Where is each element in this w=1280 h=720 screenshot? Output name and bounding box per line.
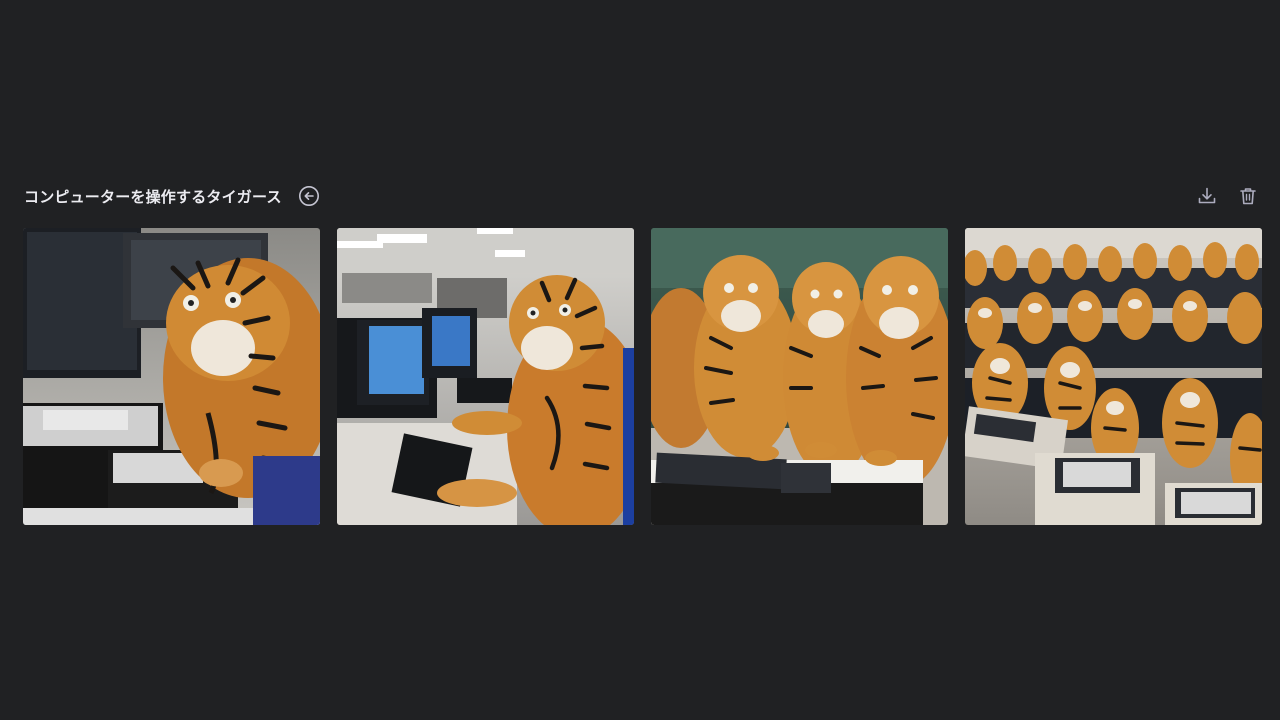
prompt-header: コンピューターを操作するタイガース xyxy=(24,182,1260,210)
generated-image-2[interactable] xyxy=(337,228,634,525)
download-button[interactable] xyxy=(1195,184,1219,208)
image-gallery xyxy=(23,228,1262,525)
back-button[interactable] xyxy=(298,185,320,207)
generated-image-4[interactable] xyxy=(965,228,1262,525)
trash-icon xyxy=(1240,188,1256,205)
prompt-title: コンピューターを操作するタイガース xyxy=(24,187,282,206)
download-icon xyxy=(1198,187,1216,204)
tiger-office-image xyxy=(23,228,320,525)
tiger-lab-image xyxy=(337,228,634,525)
generated-image-3[interactable] xyxy=(651,228,948,525)
generated-image-1[interactable] xyxy=(23,228,320,525)
arrow-left-circle-icon xyxy=(298,186,319,206)
tiger-classroom-image xyxy=(965,228,1262,525)
delete-button[interactable] xyxy=(1236,184,1260,208)
tiger-group-image xyxy=(651,228,948,525)
